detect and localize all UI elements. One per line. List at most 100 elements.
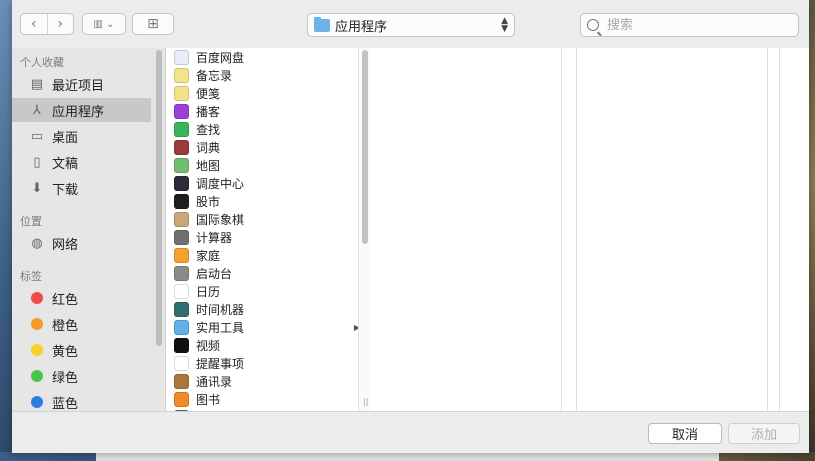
- file-name: 百度网盘: [196, 50, 245, 65]
- file-row[interactable]: 词典: [166, 138, 362, 156]
- sidebar-item-label: 下载: [52, 182, 79, 198]
- file-name: 通讯录: [196, 374, 233, 389]
- sidebar-item-tag-red[interactable]: 红色: [12, 286, 151, 310]
- applications-icon: ⅄: [33, 102, 41, 118]
- file-row[interactable]: 计算器: [166, 228, 362, 246]
- sidebar-item-label: 绿色: [52, 370, 79, 386]
- sidebar-item-documents[interactable]: ▯ 文稿: [12, 150, 151, 174]
- sidebar-item-label: 应用程序: [52, 104, 105, 120]
- column-scrollbar-thumb[interactable]: [362, 50, 368, 244]
- chevron-right-icon: ›: [57, 16, 64, 32]
- file-row[interactable]: 通讯录: [166, 372, 362, 390]
- file-row[interactable]: 便笺: [166, 84, 362, 102]
- app-icon: [174, 85, 189, 101]
- file-row[interactable]: 家庭: [166, 246, 362, 264]
- file-name: 地图: [196, 158, 221, 173]
- file-row[interactable]: 图书: [166, 390, 362, 408]
- sidebar-item-applications[interactable]: ⅄ 应用程序: [12, 98, 151, 122]
- sidebar-item-downloads[interactable]: ⬇ 下载: [12, 176, 151, 200]
- app-icon: [174, 247, 189, 263]
- sidebar-item-tag-blue[interactable]: 蓝色: [12, 390, 151, 411]
- file-row[interactable]: 国际象棋: [166, 210, 362, 228]
- window-base: [96, 452, 719, 461]
- app-icon: [174, 283, 189, 299]
- sidebar-item-network[interactable]: ◍ 网络: [12, 231, 151, 255]
- toolbar: ‹ › ▥ ⌄ ⊞ 应用程序 ▲ ▼: [12, 0, 809, 49]
- file-name: 调度中心: [196, 176, 245, 191]
- app-icon: [174, 157, 189, 173]
- sidebar-item-recents[interactable]: ▤ 最近项目: [12, 72, 151, 96]
- sidebar-item-tag-yellow[interactable]: 黄色: [12, 338, 151, 362]
- file-row[interactable]: 地图: [166, 156, 362, 174]
- file-row[interactable]: 启动台: [166, 264, 362, 282]
- file-name: 视频: [196, 338, 221, 353]
- app-icon: [174, 103, 189, 119]
- sidebar: 个人收藏 ▤ 最近项目 ⅄ 应用程序 ▭ 桌面 ▯ 文稿 ⬇ 下载 位置 ◍ 网…: [12, 48, 166, 411]
- empty-column-2: [371, 48, 561, 411]
- applications-folder-icon: [314, 16, 330, 32]
- column-scrollbar[interactable]: [358, 48, 371, 411]
- file-name: 股市: [196, 194, 221, 209]
- columns-view-icon: ▥ ⌄: [93, 18, 115, 30]
- file-row[interactable]: 提醒事项: [166, 354, 362, 372]
- file-row[interactable]: 实用工具 ▶: [166, 318, 362, 336]
- file-row[interactable]: 备忘录: [166, 66, 362, 84]
- desktop-icon: ▭: [30, 128, 44, 144]
- file-row[interactable]: 查找: [166, 120, 362, 138]
- empty-column-gutter: [562, 48, 576, 411]
- network-icon: ◍: [31, 235, 43, 251]
- app-icon: [174, 373, 189, 389]
- sidebar-scrollbar[interactable]: [156, 50, 162, 346]
- app-icon: [174, 355, 189, 371]
- file-name: 图书: [196, 392, 221, 407]
- sidebar-item-label: 文稿: [52, 156, 79, 172]
- sidebar-item-desktop[interactable]: ▭ 桌面: [12, 124, 151, 148]
- navigation-buttons: ‹ ›: [20, 13, 74, 35]
- location-label: 应用程序: [335, 19, 388, 35]
- file-name: 日历: [196, 284, 221, 299]
- file-name: 便笺: [196, 86, 221, 101]
- new-folder-button[interactable]: ⊞: [132, 13, 174, 35]
- file-name: 词典: [196, 140, 221, 155]
- file-row[interactable]: 时间机器: [166, 300, 362, 318]
- file-name: 家庭: [196, 248, 221, 263]
- file-row[interactable]: 日历: [166, 282, 362, 300]
- file-row[interactable]: 视频: [166, 336, 362, 354]
- yellow-tag-icon: [31, 344, 43, 356]
- view-mode-button[interactable]: ▥ ⌄: [82, 13, 126, 35]
- location-popup[interactable]: 应用程序 ▲ ▼: [307, 13, 515, 37]
- file-row[interactable]: 百度网盘: [166, 48, 362, 66]
- back-button[interactable]: ‹: [21, 14, 47, 34]
- search-input[interactable]: [605, 16, 779, 34]
- sidebar-item-label: 红色: [52, 292, 79, 308]
- open-file-dialog: ‹ › ▥ ⌄ ⊞ 应用程序 ▲▼ 个人收藏 ▤ 最近项目 ⅄ 应用程序 ▭: [12, 0, 809, 453]
- documents-icon: ▯: [33, 154, 41, 170]
- red-tag-icon: [31, 292, 43, 304]
- sidebar-item-tag-orange[interactable]: 橙色: [12, 312, 151, 336]
- orange-tag-icon: [31, 318, 43, 330]
- sidebar-item-label: 最近项目: [52, 78, 105, 94]
- dialog-footer: 取消 添加: [12, 411, 809, 453]
- sidebar-heading-favorites: 个人收藏: [20, 56, 64, 69]
- new-folder-icon: ⊞: [147, 16, 159, 32]
- sidebar-item-label: 黄色: [52, 344, 79, 360]
- sidebar-heading-tags: 标签: [20, 270, 42, 283]
- app-icon: [174, 301, 189, 317]
- sidebar-item-tag-green[interactable]: 绿色: [12, 364, 151, 388]
- app-icon: [174, 391, 189, 407]
- search-field: [580, 13, 799, 37]
- forward-button[interactable]: ›: [46, 14, 74, 34]
- sidebar-item-label: 桌面: [52, 130, 79, 146]
- add-button[interactable]: 添加: [728, 423, 800, 444]
- app-icon: [174, 337, 189, 353]
- file-name: 播客: [196, 104, 221, 119]
- file-row[interactable]: 股市: [166, 192, 362, 210]
- cancel-button[interactable]: 取消: [648, 423, 722, 444]
- app-icon: [174, 211, 189, 227]
- applications-column: 百度网盘 备忘录便笺播客查找词典地图调度中心股市 国际象棋 计算器家庭 启动台日历 时间机…: [166, 48, 370, 411]
- app-icon: [174, 139, 189, 155]
- file-name: 查找: [196, 122, 221, 137]
- file-row[interactable]: 调度中心: [166, 174, 362, 192]
- column-resize-handle[interactable]: ||: [363, 397, 368, 406]
- file-row[interactable]: 播客: [166, 102, 362, 120]
